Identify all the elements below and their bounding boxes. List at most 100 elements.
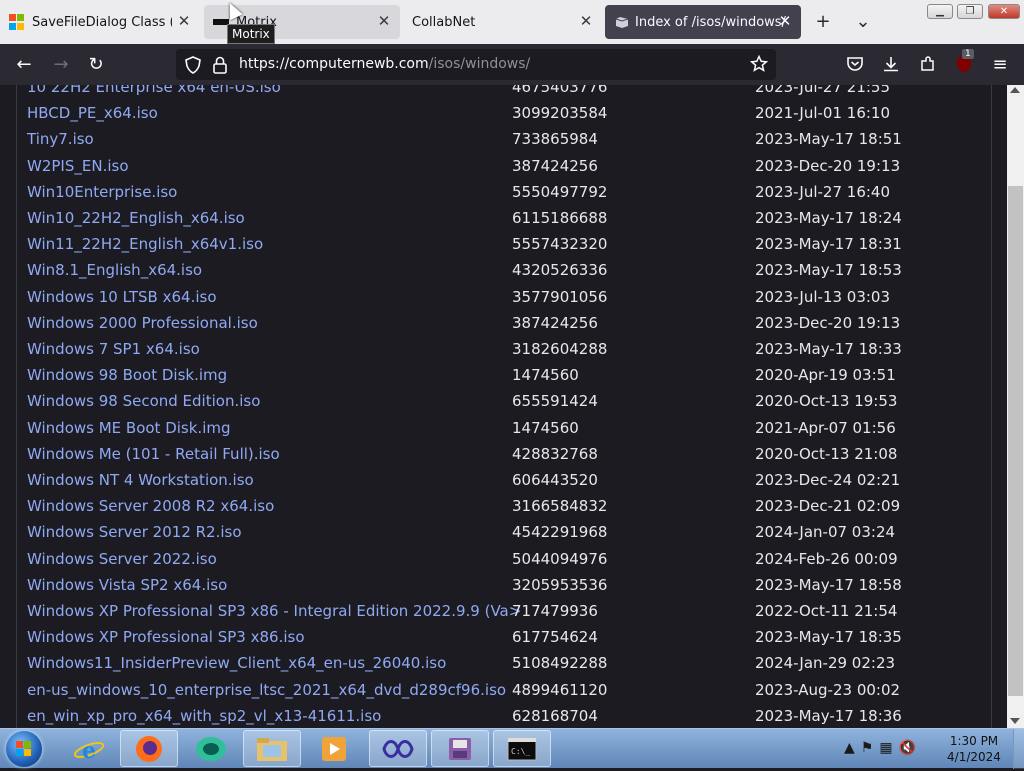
listing-row: Windows NT 4 Workstation.iso 606443520 202… [0,471,990,497]
ublock-origin-icon[interactable]: 1 [955,49,974,74]
app-icon[interactable] [182,730,240,767]
listing-row: Windows XP Professional SP3 x86.iso 61775… [0,628,990,654]
listing-row: Windows11_InsiderPreview_Client_x64_en-u… [0,654,990,680]
file-link[interactable]: Tiny7.iso [27,130,94,148]
url-text[interactable]: https://computernewb.com/isos/windows/ [239,56,530,72]
restore-button[interactable]: ❐ [957,4,983,19]
file-size: 5550497792 [512,182,608,201]
file-size: 4320526336 [512,261,608,280]
downloads-icon[interactable] [882,55,900,77]
file-size: 1474560 [512,366,579,385]
scroll-down-arrow-icon[interactable] [1010,718,1020,724]
file-link[interactable]: Windows Me (101 - Retail Full).iso [27,445,280,463]
file-link[interactable]: Windows11_InsiderPreview_Client_x64_en-u… [27,654,446,672]
window-close-button[interactable]: ✕ [988,4,1020,19]
file-link[interactable]: Windows Vista SP2 x64.iso [27,576,227,594]
file-link[interactable]: Win8.1_English_x64.iso [27,261,202,279]
file-link[interactable]: 10 22H2 Enterprise x64 en-US.iso [27,85,281,96]
tab-close-icon[interactable]: ✕ [777,13,793,29]
file-link[interactable]: Windows XP Professional SP3 x86 - Integr… [27,602,521,620]
file-modified-date: 2020-Oct-13 19:53 [755,392,898,411]
svg-text:C:\_: C:\_ [511,747,530,756]
file-link[interactable]: Windows 2000 Professional.iso [27,314,258,332]
extensions-puzzle-icon[interactable] [919,55,937,77]
tab-index-isos-windows[interactable]: Index of /isos/windows/ ✕ [605,5,801,39]
file-link[interactable]: Windows XP Professional SP3 x86.iso [27,628,305,646]
file-link[interactable]: Windows Server 2022.iso [27,550,217,568]
folder-icon [614,14,630,30]
tab-close-icon[interactable]: ✕ [578,13,594,29]
show-hidden-icons-icon[interactable]: ▲ [844,740,861,756]
bookmark-star-icon[interactable] [749,54,769,77]
firefox-icon[interactable] [120,730,178,767]
file-size: 5557432320 [512,235,608,254]
file-modified-date: 2023-May-17 18:53 [755,261,902,280]
file-explorer-icon[interactable] [243,730,301,767]
file-link[interactable]: Windows ME Boot Disk.img [27,419,231,437]
file-link[interactable]: Windows 98 Boot Disk.img [27,366,227,384]
windows-taskbar: e C:\_ ▲⚑▦🔇 1:30 PM 4/1/2024 [0,728,1024,769]
volume-muted-icon[interactable]: 🔇 [899,740,922,756]
file-size: 1474560 [512,418,579,437]
file-size: 4675403776 [512,85,608,96]
file-size: 4899461120 [512,680,608,699]
vertical-scrollbar[interactable] [1007,85,1024,728]
taskbar-clock[interactable]: 1:30 PM 4/1/2024 [935,733,1013,765]
tab-close-icon[interactable]: ✕ [176,13,192,29]
network-icon[interactable]: ▦ [879,740,898,756]
tab-savefiledialog[interactable]: SaveFileDialog Class (Syste ✕ [0,5,200,39]
back-arrow-icon[interactable]: ← [13,54,35,76]
file-size: 3099203584 [512,104,608,123]
file-modified-date: 2023-May-17 18:36 [755,706,902,725]
address-bar[interactable]: https://computernewb.com/isos/windows/ [176,49,776,80]
pocket-icon[interactable] [846,55,864,77]
file-size: 606443520 [512,471,598,489]
command-prompt-icon[interactable]: C:\_ [493,730,551,767]
listing-row: Tiny7.iso 733865984 2023-May-17 18:51 [0,130,990,156]
file-link[interactable]: W2PIS_EN.iso [27,157,129,175]
system-tray: ▲⚑▦🔇 [844,740,922,756]
file-link[interactable]: Win11_22H2_English_x64v1.iso [27,235,263,253]
list-all-tabs-icon[interactable]: ⌄ [853,12,873,32]
file-link[interactable]: en-us_windows_10_enterprise_ltsc_2021_x6… [27,681,506,699]
file-modified-date: 2020-Oct-13 21:08 [755,444,898,463]
file-link[interactable]: HBCD_PE_x64.iso [27,104,158,122]
file-link[interactable]: Windows 10 LTSB x64.iso [27,288,217,306]
tab-close-icon[interactable]: ✕ [376,13,392,29]
listing-row: Windows Vista SP2 x64.iso 3205953536 2023-… [0,576,990,602]
start-button[interactable] [6,731,42,767]
listing-row: Win10Enterprise.iso 5550497792 2023-Jul-27… [0,183,990,209]
forward-arrow-icon[interactable]: → [50,54,72,76]
file-link[interactable]: Win10Enterprise.iso [27,183,177,201]
file-link[interactable]: Windows 7 SP1 x64.iso [27,340,200,358]
file-link[interactable]: Windows Server 2012 R2.iso [27,523,242,541]
reload-icon[interactable]: ↻ [85,54,107,76]
app-icon[interactable] [431,730,489,767]
tab-collabnet[interactable]: CollabNet ✕ [402,5,602,39]
minimize-button[interactable]: ▁ [927,4,953,19]
scrollbar-thumb[interactable] [1008,186,1023,696]
app-icon[interactable] [369,730,427,767]
file-link[interactable]: Win10_22H2_English_x64.iso [27,209,245,227]
scroll-up-arrow-icon[interactable] [1010,87,1020,93]
menu-hamburger-icon[interactable]: ≡ [989,54,1011,76]
listing-row: Windows 98 Second Edition.iso 655591424 20… [0,392,990,418]
new-tab-button[interactable]: + [813,12,833,32]
file-link[interactable]: Windows 98 Second Edition.iso [27,392,260,410]
listing-row: Windows 98 Boot Disk.img 1474560 2020-Apr-… [0,366,990,392]
file-modified-date: 2023-May-17 18:51 [755,130,902,149]
media-player-icon[interactable] [305,730,363,767]
action-center-flag-icon[interactable]: ⚑ [861,740,880,756]
svg-text:e: e [82,738,96,763]
tracking-protection-icon[interactable] [184,56,202,78]
file-link[interactable]: en_win_xp_pro_x64_with_sp2_vl_x13-41611.… [27,707,381,725]
file-link[interactable]: Windows NT 4 Workstation.iso [27,471,254,489]
file-link[interactable]: Windows Server 2008 R2 x64.iso [27,497,274,515]
file-size: 3577901056 [512,287,608,306]
internet-explorer-icon[interactable]: e [60,730,118,767]
lock-icon[interactable] [213,56,227,78]
file-modified-date: 2023-Dec-24 02:21 [755,471,901,489]
listing-row: Windows Me (101 - Retail Full).iso 428832… [0,445,990,471]
show-desktop-button[interactable] [1013,729,1024,769]
file-modified-date: 2023-Dec-20 19:13 [755,313,901,332]
